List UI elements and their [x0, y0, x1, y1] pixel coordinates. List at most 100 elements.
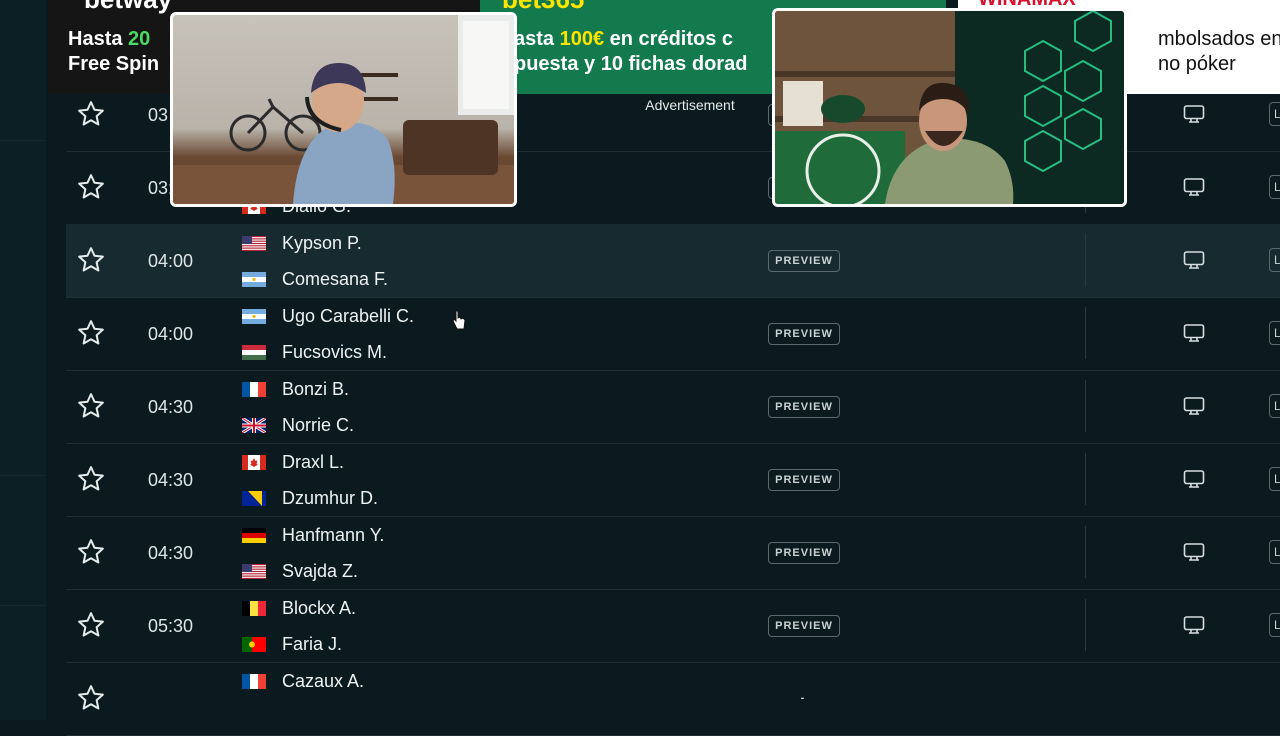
star-outline-icon[interactable]	[76, 318, 106, 348]
row-divider	[1085, 453, 1086, 505]
flag-bel-icon	[242, 600, 266, 616]
preview-button[interactable]: PREVIEW	[768, 396, 840, 418]
live-button[interactable]: LI	[1269, 394, 1280, 418]
player-name: Kypson P.	[282, 232, 362, 253]
match-time: 04:00	[148, 251, 194, 271]
match-row[interactable]: 05:30 Blockx A. Faria J. PREVIEW LI	[66, 589, 1280, 663]
player-1[interactable]: Blockx A.	[242, 598, 356, 618]
ad-brand: betway	[84, 0, 172, 15]
flag-fra-icon	[242, 381, 266, 397]
star-outline-icon[interactable]	[76, 99, 106, 129]
preview-button[interactable]: PREVIEW	[768, 250, 840, 272]
live-button[interactable]: LI	[1269, 321, 1280, 345]
tv-icon[interactable]	[1182, 613, 1206, 637]
tv-icon[interactable]	[1182, 321, 1206, 345]
match-row[interactable]: 04:00 Ugo Carabelli C. Fucsovics M. PREVIEW…	[66, 297, 1280, 371]
sidebar-divider	[0, 475, 46, 476]
row-divider	[1085, 526, 1086, 578]
player-name: Bonzi B.	[282, 378, 350, 399]
flag-gbr-icon	[242, 417, 266, 433]
match-row[interactable]: 04:30 Draxl L. Dzumhur D. PREVIEW LI	[66, 443, 1280, 517]
webcam-overlay-right	[772, 8, 1127, 207]
live-button[interactable]: LI	[1269, 467, 1280, 491]
flag-bih-icon	[242, 490, 266, 506]
flag-hun-icon	[242, 344, 266, 360]
tv-icon[interactable]	[1182, 102, 1206, 126]
match-row[interactable]: 04:30 Bonzi B. Norrie C. PREVIEW LI	[66, 370, 1280, 444]
player-2[interactable]: Svajda Z.	[242, 561, 358, 581]
player-name: Svajda Z.	[282, 560, 359, 581]
left-sidebar-strip	[0, 0, 46, 720]
preview-button[interactable]: PREVIEW	[768, 542, 840, 564]
tv-icon[interactable]	[1182, 394, 1206, 418]
star-outline-icon[interactable]	[76, 610, 106, 640]
flag-usa-icon	[242, 235, 266, 251]
player-name: Norrie C.	[282, 414, 355, 435]
ad-line-1: mbolsados en	[1158, 28, 1280, 50]
live-button[interactable]: LI	[1269, 102, 1280, 126]
preview-button[interactable]: PREVIEW	[768, 469, 840, 491]
tv-icon[interactable]	[1182, 467, 1206, 491]
player-name: Ugo Carabelli C.	[282, 305, 415, 326]
ad-line-2: no póker	[1158, 53, 1236, 75]
player-name: Cazaux A.	[282, 670, 365, 691]
star-outline-icon[interactable]	[76, 245, 106, 275]
player-name: Comesana F.	[282, 268, 389, 289]
star-outline-icon[interactable]	[76, 537, 106, 567]
match-time: 04:30	[148, 397, 194, 417]
row-divider	[1085, 380, 1086, 432]
player-2[interactable]: Faria J.	[242, 634, 342, 654]
live-button[interactable]: LI	[1269, 613, 1280, 637]
webcam-scene-right	[775, 11, 1124, 204]
sidebar-divider	[0, 605, 46, 606]
player-name: Draxl L.	[282, 451, 345, 472]
player-name: Hanfmann Y.	[282, 524, 385, 545]
player-2[interactable]: Comesana F.	[242, 269, 388, 289]
row-divider	[1085, 599, 1086, 651]
flag-arg-icon	[242, 271, 266, 287]
player-2[interactable]: Fucsovics M.	[242, 342, 387, 362]
row-divider	[1085, 307, 1086, 359]
match-time: 04:30	[148, 470, 194, 490]
match-row[interactable]: 04:30 Hanfmann Y. Svajda Z. PREVIEW LI	[66, 516, 1280, 590]
star-outline-icon[interactable]	[76, 683, 106, 713]
sidebar-divider	[0, 140, 46, 141]
webcam-overlay-left	[170, 12, 517, 207]
ad-line-2: puesta y 10 fichas dorad	[514, 53, 748, 75]
preview-button[interactable]: PREVIEW	[768, 323, 840, 345]
webcam-scene-left	[173, 15, 514, 204]
match-row[interactable]: 04:00 Kypson P. Comesana F. PREVIEW LI	[66, 224, 1280, 298]
preview-placeholder: -	[800, 692, 806, 704]
flag-usa-icon	[242, 563, 266, 579]
star-outline-icon[interactable]	[76, 391, 106, 421]
live-button[interactable]: LI	[1269, 248, 1280, 272]
hand-pointer-icon	[452, 310, 466, 330]
player-1[interactable]: Ugo Carabelli C.	[242, 306, 414, 326]
tv-icon[interactable]	[1182, 540, 1206, 564]
player-2[interactable]: Dzumhur D.	[242, 488, 378, 508]
player-2[interactable]: Norrie C.	[242, 415, 354, 435]
live-button[interactable]: LI	[1269, 540, 1280, 564]
live-button[interactable]: LI	[1269, 175, 1280, 199]
star-outline-icon[interactable]	[76, 464, 106, 494]
player-name: Dzumhur D.	[282, 487, 379, 508]
player-1[interactable]: Draxl L.	[242, 452, 344, 472]
player-name: Blockx A.	[282, 597, 357, 618]
ad-line-1: Hasta 20	[68, 28, 151, 50]
player-1[interactable]: Hanfmann Y.	[242, 525, 384, 545]
star-outline-icon[interactable]	[76, 172, 106, 202]
match-row[interactable]: Cazaux A. -	[66, 662, 1280, 736]
ad-line-2: Free Spin	[68, 53, 160, 75]
match-time: 04:30	[148, 543, 194, 563]
player-1[interactable]: Kypson P.	[242, 233, 362, 253]
flag-arg-icon	[242, 308, 266, 324]
player-1[interactable]: Cazaux A.	[242, 671, 364, 691]
match-time: 03	[148, 105, 169, 125]
flag-can-icon	[242, 454, 266, 470]
preview-button[interactable]: PREVIEW	[768, 615, 840, 637]
player-name: Fucsovics M.	[282, 341, 388, 362]
tv-icon[interactable]	[1182, 175, 1206, 199]
tv-icon[interactable]	[1182, 248, 1206, 272]
flag-ger-icon	[242, 527, 266, 543]
player-1[interactable]: Bonzi B.	[242, 379, 349, 399]
